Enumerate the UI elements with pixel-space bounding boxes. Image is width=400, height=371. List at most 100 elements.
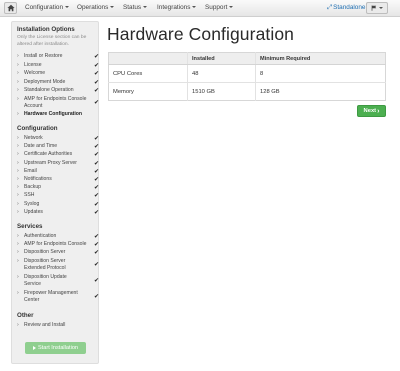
check-icon: ✔ <box>93 152 99 159</box>
table-cell: Memory <box>108 82 188 101</box>
nav-status[interactable]: Status <box>123 4 148 11</box>
home-icon <box>6 4 15 12</box>
sidebar-item-label: Install or Restore <box>24 53 63 59</box>
table-cell: CPU Cores <box>108 64 188 83</box>
table-header: Minimum Required <box>255 52 386 65</box>
table-cell: 1510 GB <box>187 82 256 101</box>
sidebar-item-label: Upstream Proxy Server <box>24 159 77 166</box>
start-installation-label: Start Installation <box>37 345 79 351</box>
nav-integrations[interactable]: Integrations <box>157 4 197 11</box>
chevron-right-icon: › <box>17 322 19 328</box>
chevron-right-icon: › <box>17 70 19 76</box>
sidebar-item-label: Date and Time <box>24 143 58 150</box>
check-icon: ✔ <box>93 168 99 175</box>
next-label: Next <box>363 108 377 114</box>
check-icon: ✔ <box>93 277 99 284</box>
chevron-right-icon: › <box>17 87 19 93</box>
table-cell: 128 GB <box>255 82 386 101</box>
nav-support[interactable]: Support <box>205 4 234 11</box>
check-icon: ✔ <box>93 209 99 216</box>
check-icon: ✔ <box>93 294 99 300</box>
sidebar-item-amp-console-account[interactable]: › AMP for Endpoints Console Account ✔ <box>17 96 99 111</box>
table-header <box>108 52 188 65</box>
sidebar-item-label: Backup <box>24 184 41 191</box>
section-title-services: Services <box>17 223 43 230</box>
table-header: Installed <box>187 52 256 65</box>
sidebar-item-label: Disposition Server <box>24 249 66 256</box>
top-nav: Configuration Operations Status Integrat… <box>0 0 400 17</box>
section-title-other: Other <box>17 312 34 319</box>
check-icon: ✔ <box>93 201 99 208</box>
check-icon: ✔ <box>93 193 99 200</box>
flag-icon <box>371 5 377 11</box>
chevron-right-icon: › <box>17 273 19 280</box>
sidebar-item-label: Updates <box>24 208 43 215</box>
check-icon: ✔ <box>93 136 99 142</box>
check-icon: ✔ <box>93 242 99 249</box>
nav-integrations-label: Integrations <box>157 4 191 11</box>
chevron-down-icon <box>229 6 234 9</box>
table-header-row: Installed Minimum Required <box>108 52 386 65</box>
section-title-configuration: Configuration <box>17 125 58 132</box>
mode-indicator[interactable]: ⤢Standalone <box>327 4 365 12</box>
chevron-down-icon <box>379 7 383 9</box>
mode-label: Standalone <box>333 4 366 11</box>
check-icon: ✔ <box>93 144 99 151</box>
play-icon <box>32 346 36 350</box>
chevron-right-icon: › <box>17 151 19 158</box>
sidebar-item-label: Review and Install <box>24 322 66 328</box>
chevron-right-icon: › <box>17 208 19 215</box>
sidebar-item-firepower[interactable]: › Firepower Management Center ✔ <box>17 290 99 305</box>
chevron-right-icon: › <box>17 192 19 199</box>
check-icon: ✔ <box>93 71 99 77</box>
chevron-right-icon: › <box>17 249 19 256</box>
sidebar-item-label: SSH <box>24 192 35 199</box>
start-installation-button[interactable]: Start Installation <box>25 342 86 354</box>
chevron-right-icon: › <box>17 78 19 85</box>
hardware-table: Installed Minimum Required CPU Cores 48 … <box>108 52 386 101</box>
nav-configuration[interactable]: Configuration <box>25 4 70 11</box>
sidebar-item-label: Authentication <box>24 233 57 239</box>
chevron-right-icon: › <box>17 159 19 166</box>
check-icon: ✔ <box>93 185 99 192</box>
chevron-down-icon <box>192 6 197 9</box>
chevron-right-icon: › <box>17 111 19 117</box>
nav-operations[interactable]: Operations <box>77 4 115 11</box>
installation-note: Only the License section can be altered … <box>17 35 87 47</box>
sidebar-item-label: Email <box>24 167 37 174</box>
section-title-installation: Installation Options <box>17 26 75 33</box>
sidebar-item-label: Notifications <box>24 176 52 182</box>
home-button[interactable] <box>4 2 17 14</box>
chevron-right-icon: › <box>17 176 19 182</box>
language-flag-button[interactable] <box>366 2 388 14</box>
table-row: CPU Cores 48 8 <box>108 64 386 83</box>
sidebar-item-label: Firepower Management Center <box>24 290 78 304</box>
check-icon: ✔ <box>93 234 99 240</box>
nav-support-label: Support <box>205 4 228 11</box>
chevron-right-icon: › <box>17 53 19 59</box>
check-icon: ✔ <box>93 79 99 86</box>
sidebar-item-label: Disposition Server Extended Protocol <box>24 257 66 271</box>
chevron-right-icon: › <box>17 184 19 191</box>
next-button[interactable]: Next › <box>357 105 386 117</box>
check-icon: ✔ <box>93 261 99 268</box>
chevron-right-icon: › <box>17 135 19 141</box>
nav-configuration-label: Configuration <box>25 4 64 11</box>
sidebar-item-disposition-update[interactable]: › Disposition Update Service ✔ <box>17 274 99 289</box>
sidebar-item-label: Deployment Mode <box>24 78 66 85</box>
page-title: Hardware Configuration <box>107 24 295 44</box>
sidebar-item-label: Disposition Update Service <box>24 273 67 287</box>
chevron-right-icon: › <box>17 95 19 102</box>
sidebar-item-label: License <box>24 61 42 68</box>
check-icon: ✔ <box>93 160 99 167</box>
sidebar-item-disposition-extended[interactable]: › Disposition Server Extended Protocol ✔ <box>17 258 99 273</box>
check-icon: ✔ <box>93 62 99 69</box>
chevron-right-icon: › <box>17 143 19 150</box>
check-icon: ✔ <box>93 99 99 106</box>
chevron-right-icon: › <box>17 233 19 239</box>
table-cell: 8 <box>255 64 386 83</box>
sidebar-item-label: Network <box>24 135 43 141</box>
sidebar-item-label: AMP for Endpoints Console <box>24 241 87 248</box>
chevron-right-icon: › <box>17 257 19 264</box>
sidebar-item-label: Standalone Operation <box>24 87 74 93</box>
